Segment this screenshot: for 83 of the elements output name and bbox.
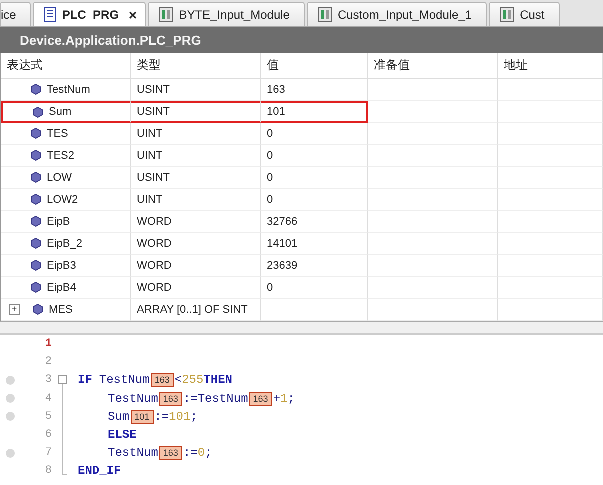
- variable-icon: [31, 238, 41, 249]
- variable-name: EipB_2: [47, 238, 82, 250]
- table-cell: 101: [261, 101, 368, 123]
- code-line: Sum 101 :=101;: [108, 410, 198, 424]
- monitor-value: 163: [150, 373, 174, 388]
- variable-icon: [31, 282, 41, 293]
- line-number: 8: [44, 465, 52, 478]
- variable-name: EipB: [47, 216, 70, 228]
- code-line: TestNum 163 :=TestNum 163 +1;: [108, 392, 295, 406]
- variable-name: LOW: [47, 172, 72, 184]
- code-line: ELSE: [108, 428, 137, 442]
- code-line: TestNum 163 :=0;: [108, 446, 212, 460]
- variable-icon: [31, 194, 41, 205]
- variable-icon: [33, 106, 43, 118]
- table-cell: USINT: [131, 101, 261, 123]
- variable-icon: [31, 128, 41, 139]
- table-cell: UINT: [131, 145, 261, 167]
- line-number: 2: [44, 356, 52, 368]
- editor-tab[interactable]: Custom_Input_Module_1: [306, 2, 488, 26]
- line-number: 4: [44, 392, 52, 405]
- window-title: Device.Application.PLC_PRG: [20, 32, 202, 48]
- table-cell: WORD: [131, 233, 261, 255]
- line-number: 6: [44, 429, 52, 442]
- variable-icon: [31, 172, 41, 183]
- editor-tab[interactable]: PLC_PRG ×: [33, 2, 146, 26]
- module-icon: [318, 7, 332, 22]
- monitor-value: 163: [159, 392, 182, 406]
- monitor-value: 101: [130, 410, 154, 424]
- editor-tab[interactable]: Cust: [489, 2, 560, 26]
- variable-icon: [31, 150, 41, 161]
- variable-name: TES2: [47, 150, 75, 162]
- variable-icon: [31, 260, 41, 271]
- table-cell: USINT: [131, 167, 261, 189]
- column-header[interactable]: 值: [261, 53, 368, 79]
- splitter-bar[interactable]: [0, 321, 603, 335]
- table-cell: UINT: [131, 189, 261, 211]
- line-number: 1: [44, 338, 52, 350]
- editor-tab[interactable]: BYTE_Input_Module: [148, 2, 305, 26]
- breakpoint-marker-icon[interactable]: [6, 394, 14, 404]
- module-icon: [159, 7, 174, 22]
- close-icon[interactable]: ×: [129, 6, 138, 22]
- variable-icon: [31, 216, 41, 227]
- variable-name: Sum: [49, 106, 72, 118]
- table-cell: UINT: [131, 123, 261, 145]
- variable-name: EipB3: [47, 260, 76, 272]
- line-number: 3: [44, 374, 52, 386]
- breakpoint-marker-icon[interactable]: [6, 412, 14, 422]
- variable-name: LOW2: [47, 194, 78, 206]
- table-cell: 0: [261, 145, 368, 167]
- expand-icon[interactable]: +: [9, 304, 20, 315]
- table-cell: WORD: [131, 255, 261, 277]
- table-cell: 0: [261, 123, 368, 145]
- table-cell: WORD: [131, 277, 261, 299]
- table-cell: 32766: [261, 211, 368, 233]
- code-line: IF TestNum 163 <255THEN: [78, 373, 232, 388]
- line-number: 5: [44, 410, 52, 423]
- column-header[interactable]: 地址: [498, 53, 603, 79]
- code-line: END_IF: [78, 464, 122, 478]
- document-icon: [44, 7, 56, 22]
- column-header[interactable]: 表达式: [1, 53, 131, 79]
- variable-name: MES: [49, 304, 73, 316]
- column-header[interactable]: 类型: [131, 53, 261, 79]
- variable-name: TestNum: [47, 84, 90, 96]
- table-cell: 14101: [261, 233, 368, 255]
- table-cell: USINT: [131, 79, 261, 101]
- table-cell: WORD: [131, 211, 261, 233]
- monitor-value: 163: [249, 392, 272, 406]
- line-number: 7: [44, 447, 52, 460]
- variable-icon: [31, 84, 41, 95]
- table-cell: 0: [261, 277, 368, 299]
- breakpoint-marker-icon[interactable]: [6, 376, 14, 385]
- module-icon: [500, 7, 514, 22]
- monitor-value: 163: [159, 446, 182, 460]
- table-cell: 0: [261, 189, 368, 211]
- table-cell: 23639: [261, 255, 368, 277]
- variable-name: TES: [47, 128, 68, 140]
- variable-icon: [33, 304, 43, 315]
- column-header[interactable]: 准备值: [368, 53, 498, 79]
- variable-name: EipB4: [47, 282, 76, 294]
- breakpoint-marker-icon[interactable]: [6, 448, 14, 458]
- table-cell: 0: [261, 167, 368, 189]
- table-cell: 163: [261, 79, 368, 101]
- editor-tab[interactable]: ice: [0, 2, 32, 26]
